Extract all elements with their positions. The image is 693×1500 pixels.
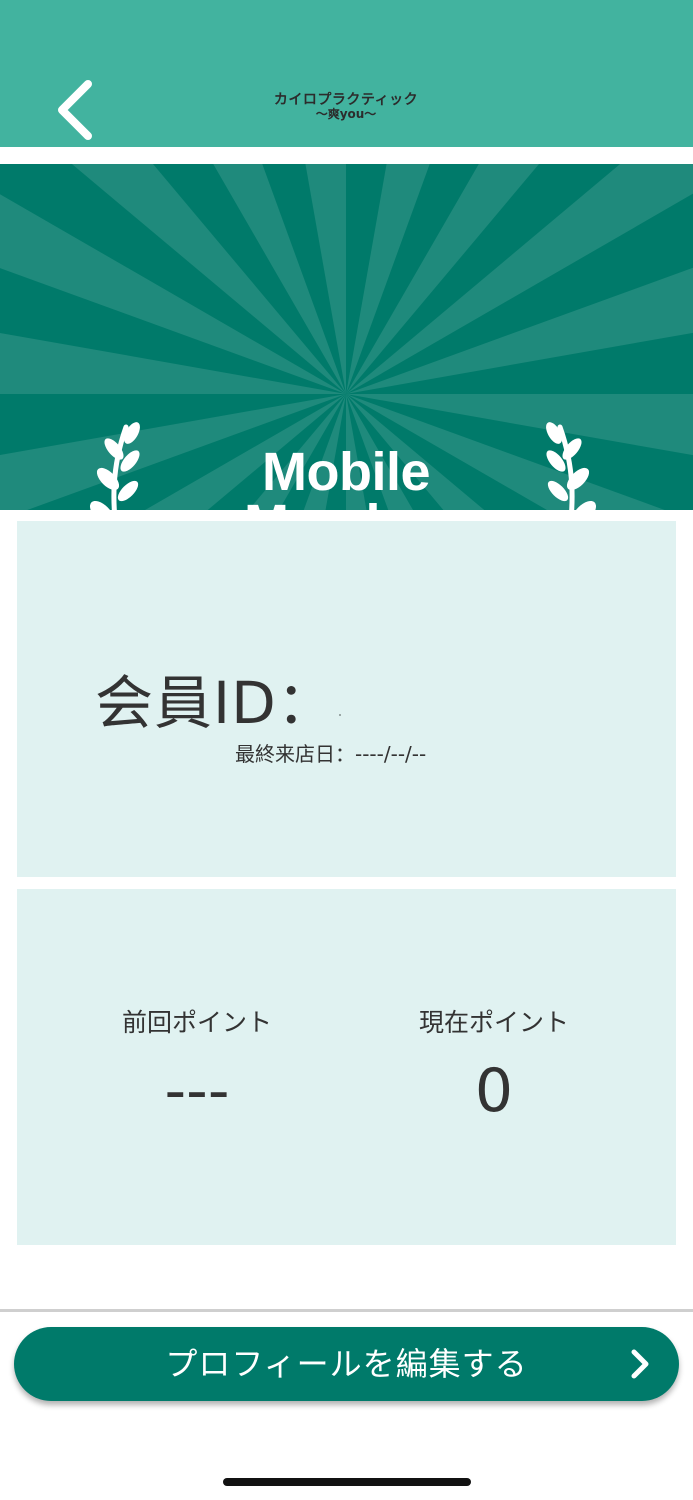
current-points: 現在ポイント 0 — [364, 1003, 624, 1121]
member-id-value — [339, 714, 341, 716]
home-indicator[interactable] — [223, 1478, 471, 1486]
back-button[interactable] — [44, 78, 104, 142]
banner-title: Mobile Member — [196, 442, 496, 510]
last-visit-date: 最終来店日：----/--/-- — [235, 742, 427, 766]
logo-line2: 〜爽you〜 — [315, 107, 377, 122]
banner-title-line1: Mobile — [262, 442, 431, 502]
footer-divider — [0, 1309, 693, 1312]
member-banner: Mobile Member — [0, 164, 693, 510]
banner-title-line2: Member — [196, 497, 496, 510]
points-card: 前回ポイント --- 現在ポイント 0 — [17, 889, 676, 1245]
member-id-label: 会員ID： — [95, 669, 336, 737]
app-header: カイロプラクティック 〜爽you〜 — [0, 0, 693, 147]
app-logo: カイロプラクティック 〜爽you〜 — [246, 92, 446, 122]
previous-points-value: --- — [164, 1056, 230, 1126]
laurel-icon — [89, 422, 140, 510]
previous-points-label: 前回ポイント — [121, 1008, 272, 1037]
member-info-card: 会員ID： 最終来店日：----/--/-- — [17, 521, 676, 877]
laurel-icon — [546, 422, 597, 510]
chevron-left-icon — [58, 80, 92, 140]
member-id: 会員ID： — [95, 656, 341, 740]
previous-points: 前回ポイント --- — [67, 1003, 327, 1121]
logo-line1: カイロプラクティック — [273, 92, 419, 108]
chevron-right-icon — [631, 1349, 649, 1379]
edit-profile-label: プロフィールを編集する — [165, 1345, 528, 1383]
edit-profile-button[interactable]: プロフィールを編集する — [14, 1327, 679, 1401]
current-points-value: 0 — [474, 1056, 514, 1126]
current-points-label: 現在ポイント — [418, 1008, 569, 1037]
